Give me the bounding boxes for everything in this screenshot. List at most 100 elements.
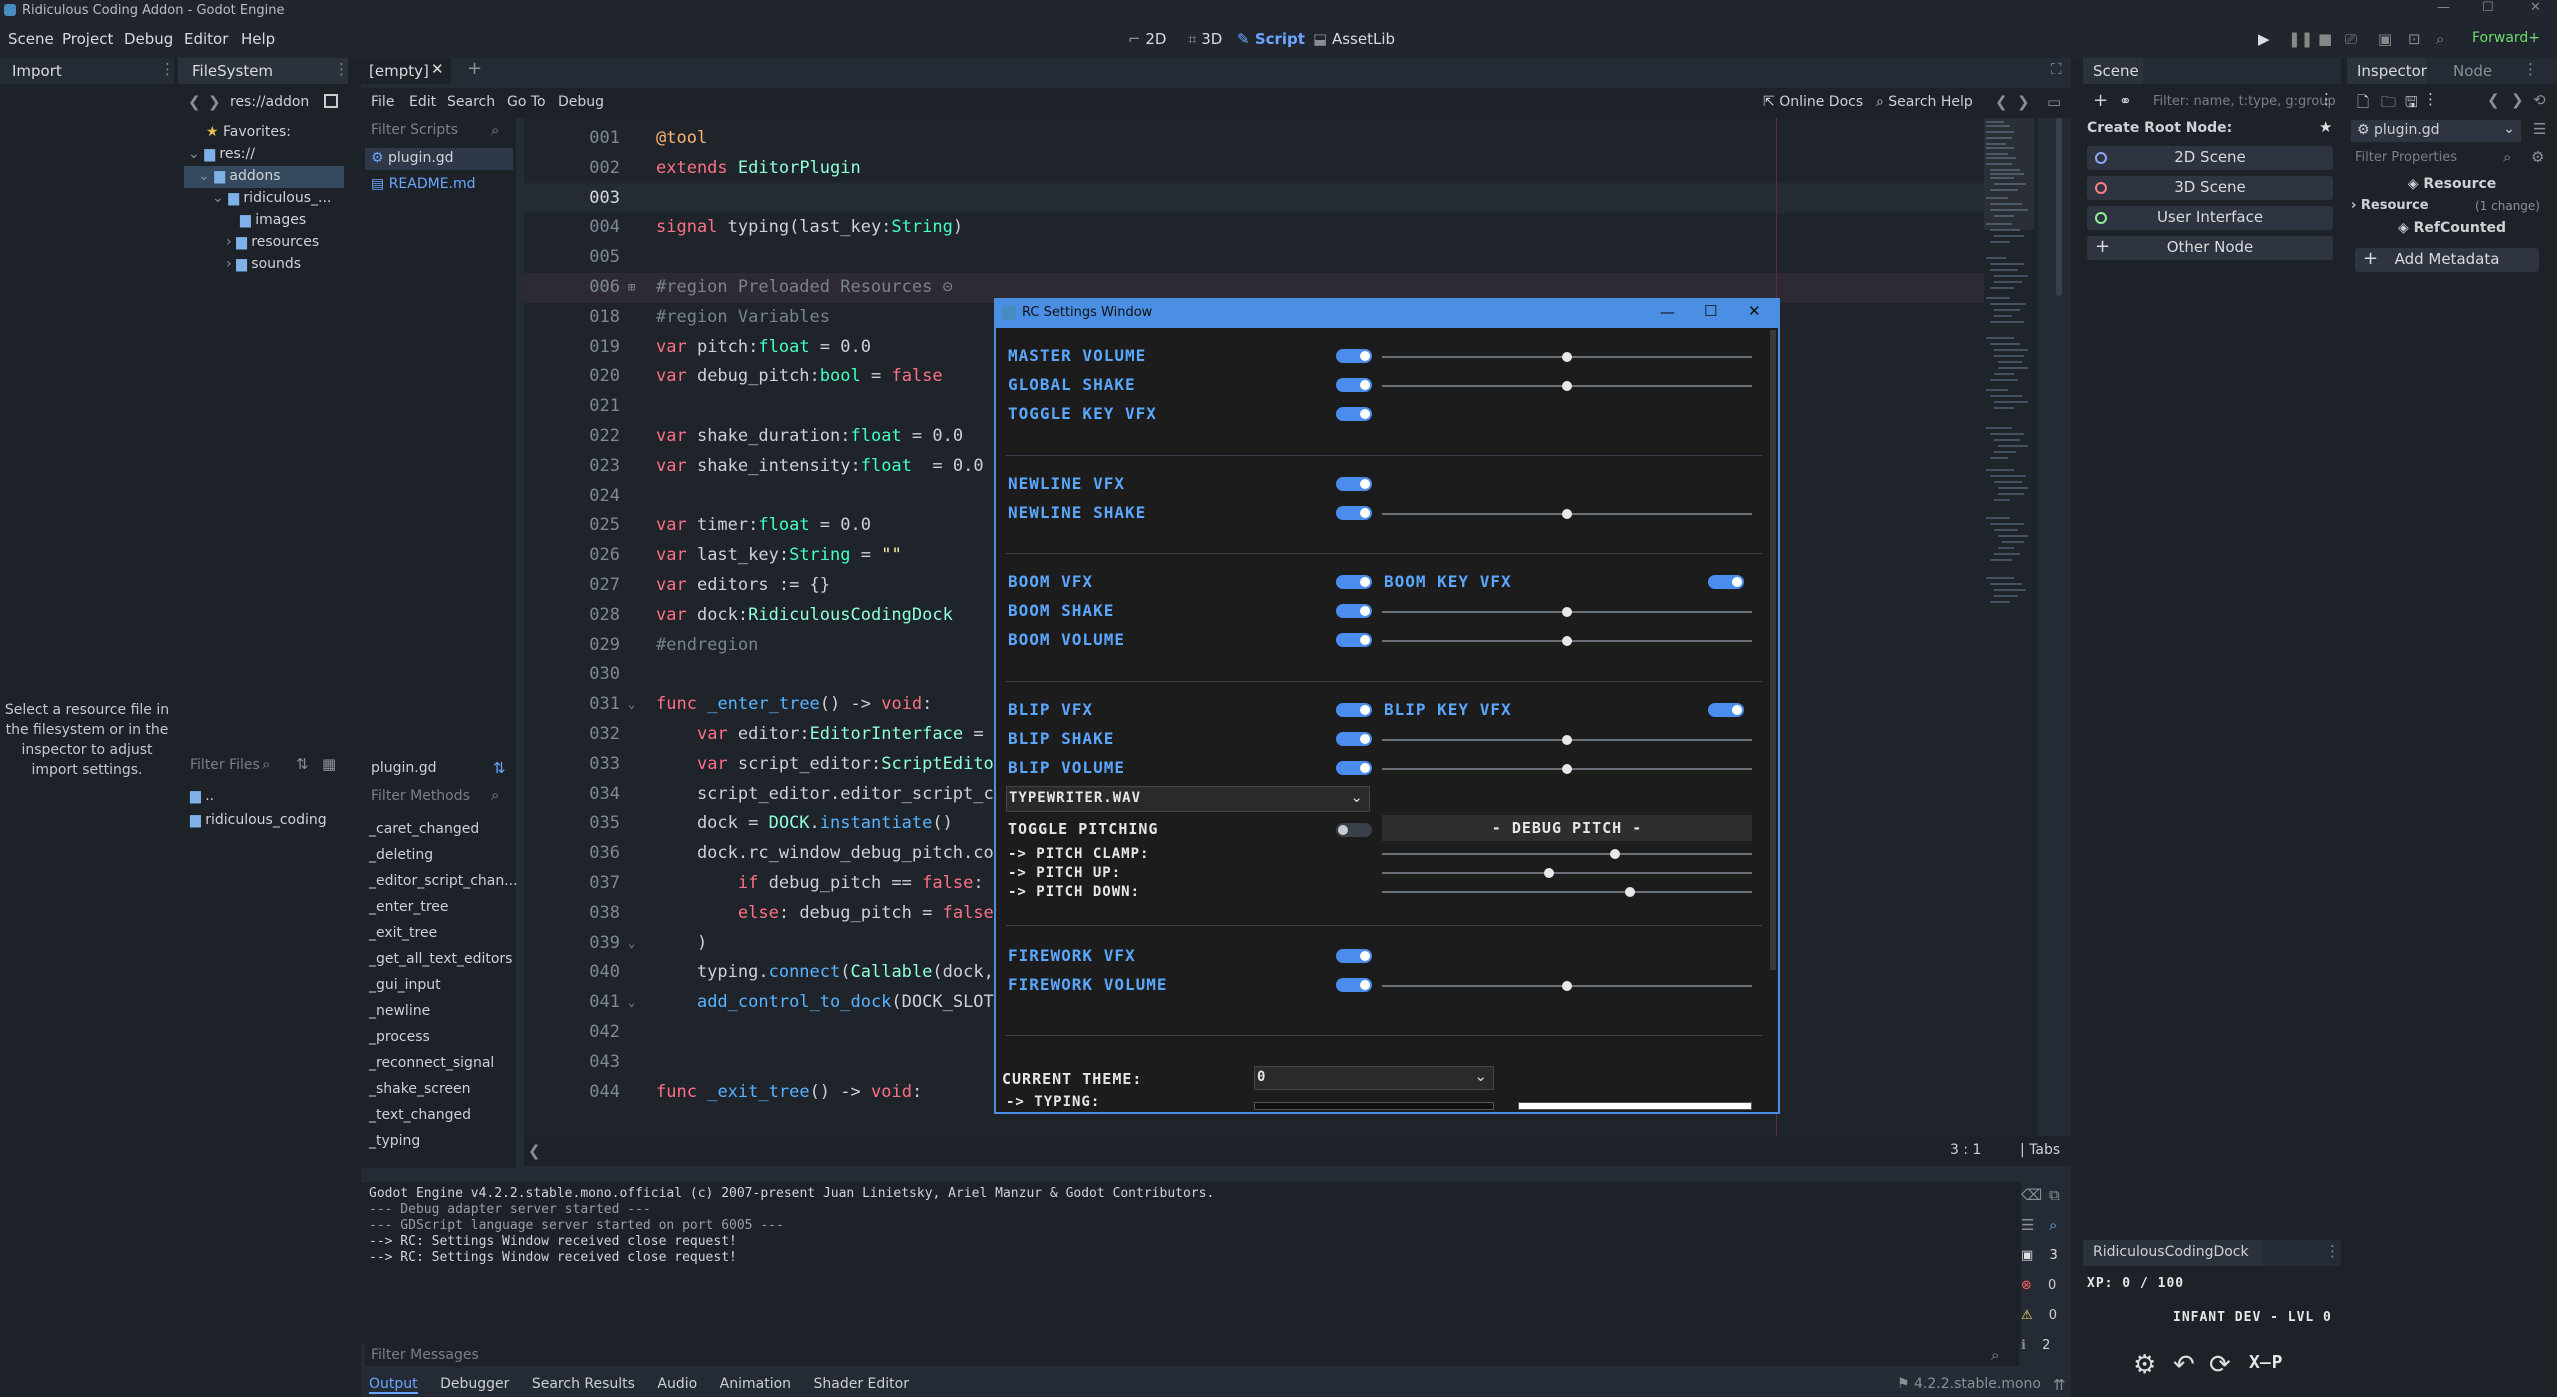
- online-docs-link[interactable]: ⇱ Online Docs: [1763, 94, 1863, 110]
- movie-icon[interactable]: ⌕: [2436, 30, 2444, 48]
- settings-gear-icon[interactable]: ⚙: [2133, 1350, 2156, 1380]
- tab-import[interactable]: Import: [12, 62, 62, 80]
- rc-toggle-switch[interactable]: [1336, 761, 1372, 775]
- rc-toggle-switch[interactable]: [1336, 407, 1372, 421]
- play-icon[interactable]: ▶: [2258, 30, 2270, 48]
- rc-volume-slider[interactable]: [1382, 381, 1752, 391]
- method-item[interactable]: _reconnect_signal: [369, 1050, 518, 1076]
- tab-rc-dock[interactable]: RidiculousCodingDock: [2093, 1244, 2249, 1260]
- minimap[interactable]: [1984, 118, 2038, 1136]
- reset-icon[interactable]: ↶: [2173, 1350, 2195, 1380]
- history-forward-icon[interactable]: ❯: [2511, 91, 2524, 109]
- maximize-icon[interactable]: ☐: [2482, 0, 2494, 15]
- minimize-icon[interactable]: —: [2437, 0, 2450, 15]
- tab-animation[interactable]: Animation: [720, 1376, 791, 1392]
- method-item[interactable]: _shake_screen: [369, 1076, 518, 1102]
- messages-count[interactable]: ▣ 3: [2021, 1248, 2058, 1263]
- errors-count[interactable]: ⊗ 0: [2021, 1278, 2056, 1293]
- menu-debug[interactable]: Debug: [124, 30, 173, 48]
- filter-files-input[interactable]: Filter Files: [184, 754, 302, 778]
- slider-knob[interactable]: [1543, 868, 1554, 878]
- rc-toggle-switch[interactable]: [1336, 703, 1372, 717]
- script-menu-goto[interactable]: Go To: [507, 94, 546, 110]
- menu-project[interactable]: Project: [62, 30, 113, 48]
- menu-dots-icon[interactable]: ⋮: [2523, 60, 2538, 78]
- resource-section[interactable]: › Resource: [2351, 198, 2429, 213]
- rc-toggle-switch[interactable]: [1336, 633, 1372, 647]
- pitch-up-slider[interactable]: [1382, 868, 1752, 878]
- slider-knob[interactable]: [1562, 509, 1572, 519]
- workspace-3d[interactable]: ⌗ 3D: [1188, 30, 1222, 48]
- favorites[interactable]: ★ Favorites:: [206, 124, 291, 140]
- tab-empty[interactable]: [empty]: [369, 62, 429, 80]
- grid-view-icon[interactable]: ▦: [322, 755, 336, 773]
- method-item[interactable]: _enter_tree: [369, 894, 518, 920]
- menu-scene[interactable]: Scene: [8, 30, 54, 48]
- scene-filter-input[interactable]: Filter: name, t:type, g:group: [2153, 94, 2336, 109]
- script-menu-search[interactable]: Search: [447, 94, 495, 110]
- menu-dots-icon[interactable]: ⋮: [160, 60, 175, 78]
- sound-select[interactable]: TYPEWRITER.WAV ⌄: [1006, 786, 1370, 812]
- file-item[interactable]: ▆ ..: [190, 788, 214, 804]
- history-icon[interactable]: ⟲: [2533, 91, 2546, 109]
- open-folder-icon[interactable]: 🗀: [2381, 92, 2396, 117]
- rc-toggle-switch[interactable]: [1336, 978, 1372, 992]
- sort-icon[interactable]: ⇅: [296, 755, 309, 773]
- toggle-panel-icon[interactable]: ▭: [2047, 93, 2061, 111]
- search-help-link[interactable]: ⌕ Search Help: [1876, 94, 1973, 110]
- tab-scene[interactable]: Scene: [2093, 62, 2139, 80]
- search-toggle-icon[interactable]: ⌕: [2049, 1216, 2057, 1234]
- tab-shader-editor[interactable]: Shader Editor: [813, 1376, 908, 1392]
- play-custom-icon[interactable]: ⊡: [2408, 30, 2421, 48]
- tree-ridiculous[interactable]: ⌄ ▆ ridiculous_...: [212, 190, 331, 206]
- tab-filesystem[interactable]: FileSystem: [192, 62, 273, 80]
- rc-volume-slider[interactable]: [1382, 352, 1752, 362]
- method-item[interactable]: _get_all_text_editors: [369, 946, 518, 972]
- pause-icon[interactable]: ❚❚: [2288, 30, 2313, 48]
- back-icon[interactable]: ❮: [188, 93, 201, 111]
- rc-toggle-switch[interactable]: [1336, 949, 1372, 963]
- history-back-icon[interactable]: ❮: [2487, 91, 2500, 109]
- filter-icon[interactable]: ☰: [2021, 1216, 2034, 1234]
- typing-color-field[interactable]: [1254, 1102, 1494, 1110]
- theme-select[interactable]: 0 ⌄: [1254, 1066, 1494, 1090]
- rc-volume-slider[interactable]: [1382, 509, 1752, 519]
- tab-search-results[interactable]: Search Results: [532, 1376, 635, 1392]
- menu-dots-icon[interactable]: ⋮: [2325, 1242, 2340, 1260]
- close-tab-icon[interactable]: ✕: [431, 60, 444, 78]
- slider-knob[interactable]: [1562, 981, 1572, 991]
- remote-debug-icon[interactable]: ⎚: [2345, 30, 2357, 48]
- tab-debugger[interactable]: Debugger: [440, 1376, 509, 1392]
- fullscreen-icon[interactable]: ⛶: [2051, 60, 2062, 78]
- xp-reset-icon[interactable]: X̶P: [2249, 1352, 2284, 1373]
- new-resource-icon[interactable]: 🗋: [2357, 92, 2369, 117]
- add-metadata-button[interactable]: + Add Metadata: [2355, 248, 2539, 272]
- rc-toggle-switch[interactable]: [1708, 575, 1744, 589]
- rc-toggle-switch[interactable]: [1336, 477, 1372, 491]
- method-item[interactable]: _newline: [369, 998, 518, 1024]
- create-3d-scene-button[interactable]: 3D Scene: [2087, 176, 2333, 200]
- slider-knob[interactable]: [1624, 887, 1635, 897]
- tree-sounds[interactable]: › ▆ sounds: [226, 256, 301, 272]
- menu-dots-icon[interactable]: ⋮: [2423, 90, 2438, 108]
- add-node-icon[interactable]: +: [2093, 90, 2108, 111]
- rc-toggle-switch[interactable]: [1336, 604, 1372, 618]
- slider-knob[interactable]: [1562, 636, 1572, 646]
- toggle-pitching-switch[interactable]: [1336, 823, 1372, 837]
- script-menu-debug[interactable]: Debug: [558, 94, 604, 110]
- split-mode-icon[interactable]: [324, 94, 338, 108]
- menu-editor[interactable]: Editor: [184, 30, 228, 48]
- menu-dots-icon[interactable]: ⋮: [334, 60, 349, 78]
- fold-icon[interactable]: ⌄: [628, 988, 635, 1018]
- method-item[interactable]: _text_changed: [369, 1102, 518, 1128]
- method-item[interactable]: _deleting: [369, 842, 518, 868]
- add-tab-icon[interactable]: +: [467, 58, 482, 79]
- tree-addons[interactable]: ⌄ ▆ addons: [198, 168, 281, 184]
- filter-messages-input[interactable]: Filter Messages: [371, 1347, 479, 1363]
- rc-toggle-switch[interactable]: [1336, 378, 1372, 392]
- clear-log-icon[interactable]: ⌫: [2021, 1186, 2042, 1204]
- workspace-2d[interactable]: ⌐ 2D: [1128, 30, 1166, 48]
- tree-resources[interactable]: › ▆ resources: [226, 234, 319, 250]
- save-icon[interactable]: 🖫: [2405, 92, 2418, 117]
- close-icon[interactable]: ✕: [2530, 0, 2541, 15]
